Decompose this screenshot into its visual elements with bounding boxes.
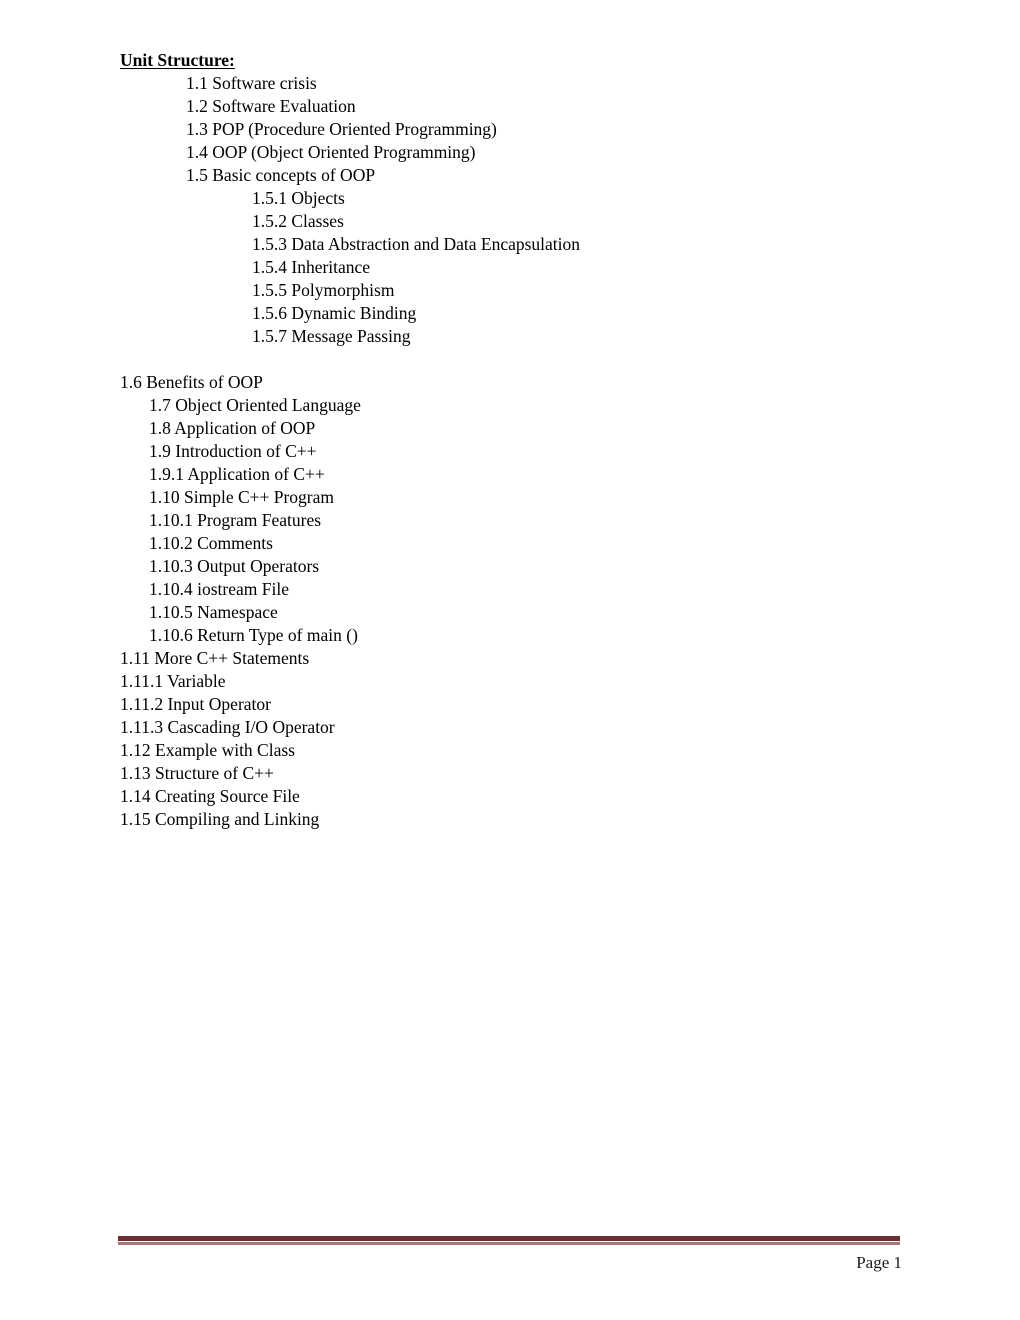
toc-entry: 1.5.1 Objects — [252, 188, 345, 208]
page-title-row: Unit Structure: — [0, 0, 1020, 72]
toc-entry: 1.10.6 Return Type of main () — [149, 625, 358, 645]
toc-entry: 1.12 Example with Class — [120, 740, 295, 760]
toc-entry: 1.10.1 Program Features — [149, 510, 322, 530]
toc-entry: 1.5.3 Data Abstraction and Data Encapsul… — [252, 234, 581, 254]
toc-entry: 1.11.2 Input Operator — [120, 694, 271, 714]
toc-entry: 1.10.2 Comments — [149, 533, 273, 553]
toc-entry: 1.11.1 Variable — [120, 671, 226, 691]
toc-entry: 1.4 OOP (Object Oriented Programming) — [186, 142, 476, 162]
toc-entry: 1.11 More C++ Statements — [120, 648, 310, 668]
footer-divider-rule — [118, 1236, 900, 1245]
footer-rule-thick-band — [118, 1236, 900, 1241]
toc-entry: 1.5 Basic concepts of OOP — [186, 165, 376, 185]
toc-entry: 1.1 Software crisis — [186, 73, 317, 93]
toc-entry: 1.10 Simple C++ Program — [149, 487, 335, 507]
toc-entry: 1.5.4 Inheritance — [252, 257, 371, 277]
toc-entry: 1.14 Creating Source File — [120, 786, 300, 806]
toc-entry: 1.7 Object Oriented Language — [149, 395, 361, 415]
toc-entry: 1.10.3 Output Operators — [149, 556, 320, 576]
page-number-label: Page 1 — [856, 1253, 902, 1272]
toc-entry: 1.8 Application of OOP — [149, 418, 316, 438]
toc-entry: 1.5.6 Dynamic Binding — [252, 303, 417, 323]
toc-entry: 1.9 Introduction of C++ — [149, 441, 317, 461]
toc-entry: 1.6 Benefits of OOP — [120, 372, 263, 392]
page-footer: Page 1 — [0, 1230, 1020, 1320]
toc-entry: 1.5.2 Classes — [252, 211, 344, 231]
page-title: Unit Structure: — [120, 50, 235, 70]
toc-entry: 1.13 Structure of C++ — [120, 763, 274, 783]
document-page: Unit Structure: 1.1 Software crisis 1.2 S… — [0, 0, 1020, 1320]
toc-entry: 1.2 Software Evaluation — [186, 96, 356, 116]
table-of-contents-list: 1.1 Software crisis 1.2 Software Evaluati… — [0, 72, 1020, 831]
toc-entry: 1.10.4 iostream File — [149, 579, 289, 599]
footer-rule-thin-band — [118, 1242, 900, 1245]
toc-entry: 1.5.5 Polymorphism — [252, 280, 395, 300]
toc-blank-line — [0, 348, 1020, 371]
toc-entry: 1.5.7 Message Passing — [252, 326, 411, 346]
toc-entry: 1.11.3 Cascading I/O Operator — [120, 717, 335, 737]
toc-entry: 1.9.1 Application of C++ — [149, 464, 325, 484]
toc-entry: 1.15 Compiling and Linking — [120, 809, 320, 829]
document-body: Unit Structure: 1.1 Software crisis 1.2 S… — [0, 0, 1020, 831]
toc-entry: 1.3 POP (Procedure Oriented Programming) — [186, 119, 497, 139]
toc-entry: 1.10.5 Namespace — [149, 602, 278, 622]
